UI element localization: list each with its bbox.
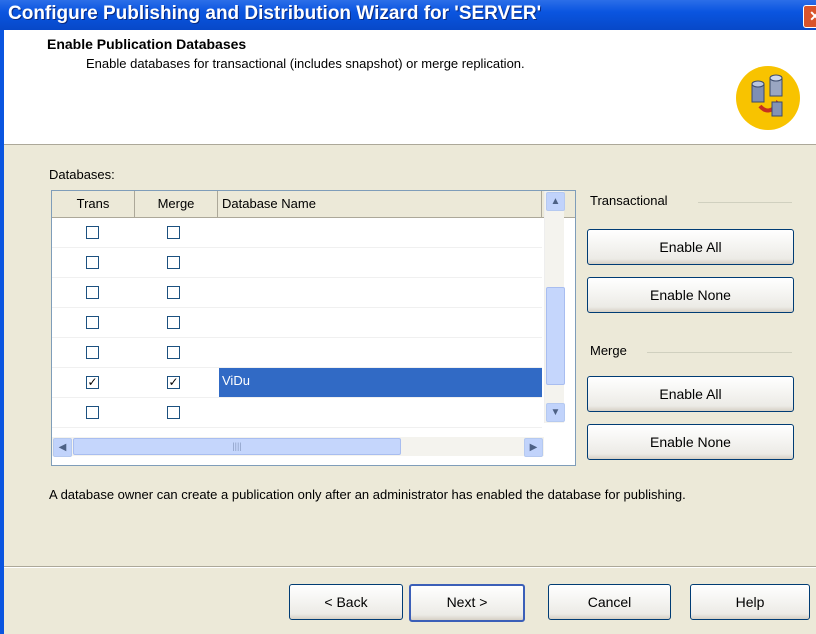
database-name-cell[interactable] (219, 218, 542, 248)
table-row[interactable] (52, 218, 542, 248)
transactional-label: Transactional (590, 193, 668, 208)
table-row[interactable]: ✓ ✓ ViDu (52, 368, 542, 398)
trans-checkbox[interactable] (86, 316, 99, 329)
merge-checkbox[interactable] (167, 226, 180, 239)
trans-checkbox[interactable] (86, 406, 99, 419)
merge-checkbox[interactable]: ✓ (167, 376, 180, 389)
vertical-scrollbar[interactable]: ▲ ▼ (544, 191, 565, 423)
table-row[interactable] (52, 308, 542, 338)
table-row[interactable] (52, 248, 542, 278)
column-header-trans[interactable]: Trans (52, 191, 135, 217)
merge-divider (647, 352, 792, 353)
cancel-button[interactable]: Cancel (548, 584, 671, 620)
database-name-cell[interactable] (219, 308, 542, 338)
database-name-cell[interactable] (219, 278, 542, 308)
databases-label: Databases: (49, 167, 115, 182)
trans-checkbox[interactable]: ✓ (86, 376, 99, 389)
horizontal-scrollbar[interactable]: ◀ |||| ▶ (52, 437, 544, 457)
database-name-cell[interactable]: ViDu (219, 368, 542, 398)
merge-enable-all-button[interactable]: Enable All (587, 376, 794, 412)
horizontal-scroll-thumb[interactable]: |||| (73, 438, 401, 455)
table-row[interactable] (52, 338, 542, 368)
column-header-database-name[interactable]: Database Name (218, 191, 542, 217)
transactional-enable-none-button[interactable]: Enable None (587, 277, 794, 313)
page-subtitle: Enable databases for transactional (incl… (86, 56, 525, 71)
table-row[interactable] (52, 398, 542, 428)
trans-checkbox[interactable] (86, 286, 99, 299)
scroll-left-icon[interactable]: ◀ (53, 438, 72, 457)
merge-checkbox[interactable] (167, 286, 180, 299)
back-button[interactable]: < Back (289, 584, 403, 620)
window-title: Configure Publishing and Distribution Wi… (8, 3, 542, 24)
merge-checkbox[interactable] (167, 346, 180, 359)
page-title: Enable Publication Databases (47, 36, 247, 52)
databases-grid[interactable]: Trans Merge Database Name ✓ ✓ ViDu ▲ ▼ ◀ |… (51, 190, 576, 466)
database-name-cell[interactable] (219, 338, 542, 368)
scroll-right-icon[interactable]: ▶ (524, 438, 543, 457)
scroll-up-icon[interactable]: ▲ (546, 192, 565, 211)
grid-header: Trans Merge Database Name (52, 191, 575, 218)
footer-divider-highlight (4, 567, 816, 568)
close-icon[interactable]: ✕ (803, 5, 816, 28)
database-name-cell[interactable] (219, 398, 542, 428)
table-row[interactable] (52, 278, 542, 308)
info-text: A database owner can create a publicatio… (49, 487, 686, 502)
vertical-scroll-thumb[interactable] (546, 287, 565, 385)
merge-enable-none-button[interactable]: Enable None (587, 424, 794, 460)
transactional-enable-all-button[interactable]: Enable All (587, 229, 794, 265)
row-divider (52, 427, 542, 428)
help-button[interactable]: Help (690, 584, 810, 620)
trans-checkbox[interactable] (86, 256, 99, 269)
wizard-window: Configure Publishing and Distribution Wi… (0, 0, 816, 634)
scroll-down-icon[interactable]: ▼ (546, 403, 565, 422)
merge-label: Merge (590, 343, 627, 358)
trans-checkbox[interactable] (86, 346, 99, 359)
next-button[interactable]: Next > (409, 584, 525, 622)
trans-checkbox[interactable] (86, 226, 99, 239)
merge-checkbox[interactable] (167, 406, 180, 419)
merge-checkbox[interactable] (167, 256, 180, 269)
transactional-divider (698, 202, 792, 203)
column-header-merge[interactable]: Merge (135, 191, 218, 217)
replication-wizard-icon (736, 66, 800, 130)
database-name-cell[interactable] (219, 248, 542, 278)
merge-checkbox[interactable] (167, 316, 180, 329)
title-bar[interactable]: Configure Publishing and Distribution Wi… (0, 0, 816, 30)
